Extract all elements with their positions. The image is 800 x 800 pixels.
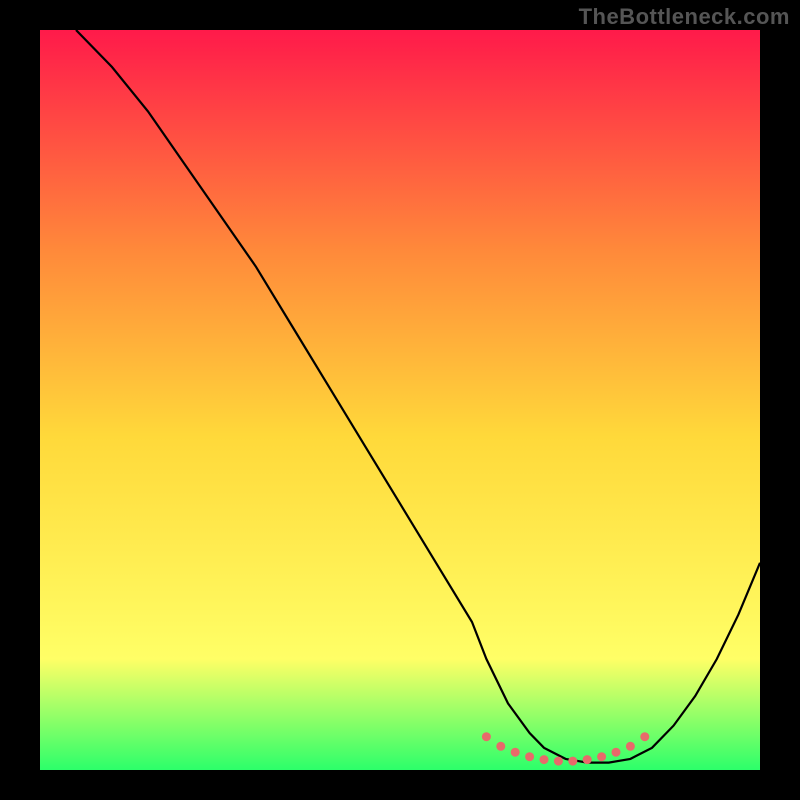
chart-outer-frame: TheBottleneck.com [0,0,800,800]
optimal-dot [583,755,592,764]
plot-area [40,30,760,770]
gradient-background [40,30,760,770]
optimal-dot [554,757,563,766]
watermark-text: TheBottleneck.com [579,4,790,30]
optimal-dot [496,742,505,751]
optimal-dot [540,755,549,764]
optimal-dot [612,748,621,757]
optimal-dot [626,742,635,751]
optimal-dot [511,748,520,757]
optimal-dot [568,757,577,766]
optimal-dot [525,752,534,761]
optimal-dot [482,732,491,741]
optimal-dot [640,732,649,741]
optimal-dot [597,752,606,761]
chart-svg [40,30,760,770]
